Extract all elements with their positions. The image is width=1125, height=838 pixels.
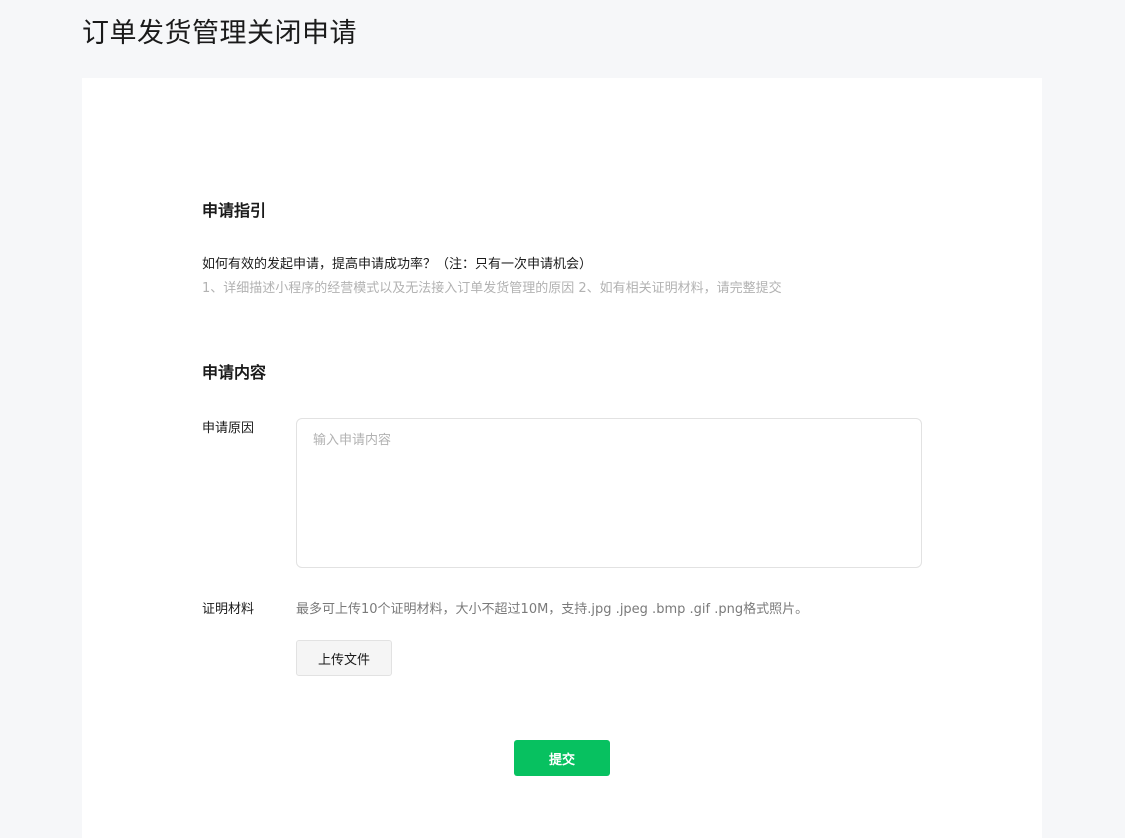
reason-label: 申请原因 (202, 421, 255, 436)
proof-label: 证明材料 (202, 602, 255, 617)
application-form-card: 申请指引 如何有效的发起申请，提高申请成功率？（注：只有一次申请机会） 1、详细… (82, 78, 1042, 838)
guide-section-title: 申请指引 (202, 201, 267, 220)
upload-file-button[interactable]: 上传文件 (296, 640, 392, 676)
page-title: 订单发货管理关闭申请 (82, 18, 357, 49)
guide-tips: 1、详细描述小程序的经营模式以及无法接入订单发货管理的原因 2、如有相关证明材料… (202, 281, 782, 296)
upload-hint: 最多可上传10个证明材料，大小不超过10M，支持.jpg .jpeg .bmp … (296, 602, 809, 617)
content-section-title: 申请内容 (202, 363, 267, 382)
reason-textarea[interactable] (296, 418, 922, 568)
submit-button[interactable]: 提交 (514, 740, 610, 776)
guide-question: 如何有效的发起申请，提高申请成功率？（注：只有一次申请机会） (202, 257, 593, 272)
